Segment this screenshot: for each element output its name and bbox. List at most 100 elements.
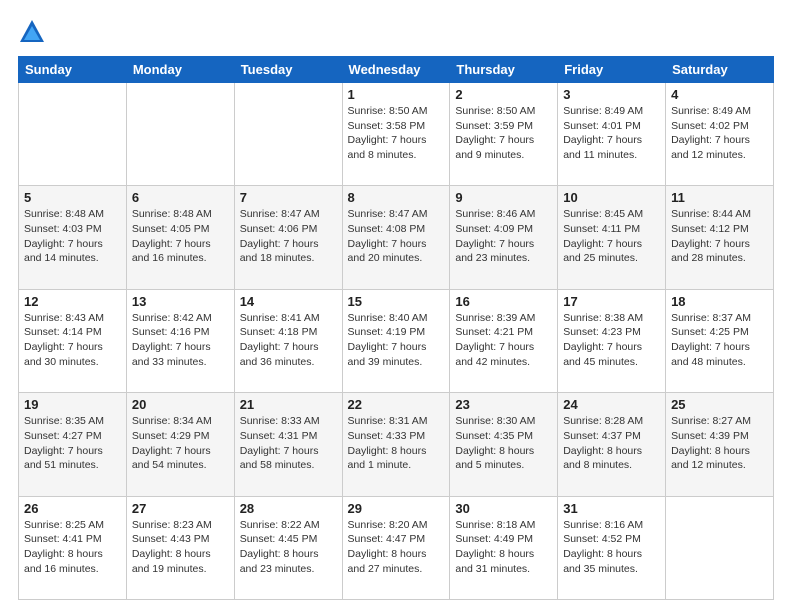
calendar-cell: 23 Sunrise: 8:30 AMSunset: 4:35 PMDayligh… — [450, 393, 558, 496]
calendar-cell: 17 Sunrise: 8:38 AMSunset: 4:23 PMDayligh… — [558, 289, 666, 392]
calendar-cell: 12 Sunrise: 8:43 AMSunset: 4:14 PMDayligh… — [19, 289, 127, 392]
day-detail: Sunrise: 8:22 AMSunset: 4:45 PMDaylight:… — [240, 518, 337, 577]
day-detail: Sunrise: 8:44 AMSunset: 4:12 PMDaylight:… — [671, 207, 768, 266]
calendar-cell: 29Sunrise: 8:20 AMSunset: 4:47 PMDayligh… — [342, 496, 450, 599]
day-detail: Sunrise: 8:39 AMSunset: 4:21 PMDaylight:… — [455, 311, 552, 370]
calendar-cell — [234, 83, 342, 186]
day-detail: Sunrise: 8:28 AMSunset: 4:37 PMDaylight:… — [563, 414, 660, 473]
day-detail: Sunrise: 8:47 AMSunset: 4:06 PMDaylight:… — [240, 207, 337, 266]
day-number: 4 — [671, 87, 768, 102]
calendar-cell: 13Sunrise: 8:42 AMSunset: 4:16 PMDayligh… — [126, 289, 234, 392]
day-number: 12 — [24, 294, 121, 309]
day-number: 9 — [455, 190, 552, 205]
day-detail: Sunrise: 8:42 AMSunset: 4:16 PMDaylight:… — [132, 311, 229, 370]
calendar-cell: 11Sunrise: 8:44 AMSunset: 4:12 PMDayligh… — [666, 186, 774, 289]
day-number: 25 — [671, 397, 768, 412]
day-number: 22 — [348, 397, 445, 412]
calendar-cell: 9Sunrise: 8:46 AMSunset: 4:09 PMDaylight… — [450, 186, 558, 289]
day-number: 27 — [132, 501, 229, 516]
day-number: 16 — [455, 294, 552, 309]
day-header-sunday: Sunday — [19, 57, 127, 83]
day-number: 24 — [563, 397, 660, 412]
calendar-cell: 22 Sunrise: 8:31 AMSunset: 4:33 PMDayligh… — [342, 393, 450, 496]
day-header-saturday: Saturday — [666, 57, 774, 83]
calendar-cell: 5 Sunrise: 8:48 AMSunset: 4:03 PMDaylight… — [19, 186, 127, 289]
page: SundayMondayTuesdayWednesdayThursdayFrid… — [0, 0, 792, 612]
day-header-friday: Friday — [558, 57, 666, 83]
day-detail: Sunrise: 8:43 AMSunset: 4:14 PMDaylight:… — [24, 311, 121, 370]
day-detail: Sunrise: 8:49 AMSunset: 4:01 PMDaylight:… — [563, 104, 660, 163]
day-number: 3 — [563, 87, 660, 102]
day-detail: Sunrise: 8:50 AMSunset: 3:59 PMDaylight:… — [455, 104, 552, 163]
day-number: 18 — [671, 294, 768, 309]
calendar-cell: 6 Sunrise: 8:48 AMSunset: 4:05 PMDaylight… — [126, 186, 234, 289]
day-number: 26 — [24, 501, 121, 516]
calendar-cell: 28 Sunrise: 8:22 AMSunset: 4:45 PMDayligh… — [234, 496, 342, 599]
calendar-cell: 20 Sunrise: 8:34 AMSunset: 4:29 PMDayligh… — [126, 393, 234, 496]
day-detail: Sunrise: 8:31 AMSunset: 4:33 PMDaylight:… — [348, 414, 445, 473]
calendar-week-4: 19 Sunrise: 8:35 AMSunset: 4:27 PMDayligh… — [19, 393, 774, 496]
day-number: 19 — [24, 397, 121, 412]
calendar-week-1: 1Sunrise: 8:50 AMSunset: 3:58 PMDaylight… — [19, 83, 774, 186]
day-detail: Sunrise: 8:45 AMSunset: 4:11 PMDaylight:… — [563, 207, 660, 266]
calendar-cell — [19, 83, 127, 186]
calendar-cell: 24 Sunrise: 8:28 AMSunset: 4:37 PMDayligh… — [558, 393, 666, 496]
day-header-wednesday: Wednesday — [342, 57, 450, 83]
day-number: 8 — [348, 190, 445, 205]
calendar-cell: 21Sunrise: 8:33 AMSunset: 4:31 PMDayligh… — [234, 393, 342, 496]
calendar-week-3: 12 Sunrise: 8:43 AMSunset: 4:14 PMDayligh… — [19, 289, 774, 392]
day-detail: Sunrise: 8:18 AMSunset: 4:49 PMDaylight:… — [455, 518, 552, 577]
day-header-tuesday: Tuesday — [234, 57, 342, 83]
calendar-cell: 3 Sunrise: 8:49 AMSunset: 4:01 PMDaylight… — [558, 83, 666, 186]
day-detail: Sunrise: 8:38 AMSunset: 4:23 PMDaylight:… — [563, 311, 660, 370]
calendar-cell: 15 Sunrise: 8:40 AMSunset: 4:19 PMDayligh… — [342, 289, 450, 392]
day-number: 14 — [240, 294, 337, 309]
day-detail: Sunrise: 8:16 AMSunset: 4:52 PMDaylight:… — [563, 518, 660, 577]
calendar-cell: 16 Sunrise: 8:39 AMSunset: 4:21 PMDayligh… — [450, 289, 558, 392]
day-detail: Sunrise: 8:47 AMSunset: 4:08 PMDaylight:… — [348, 207, 445, 266]
calendar-cell: 30 Sunrise: 8:18 AMSunset: 4:49 PMDayligh… — [450, 496, 558, 599]
day-detail: Sunrise: 8:48 AMSunset: 4:03 PMDaylight:… — [24, 207, 121, 266]
day-number: 30 — [455, 501, 552, 516]
calendar-body: 1Sunrise: 8:50 AMSunset: 3:58 PMDaylight… — [19, 83, 774, 600]
calendar-cell: 2 Sunrise: 8:50 AMSunset: 3:59 PMDaylight… — [450, 83, 558, 186]
calendar-header-row: SundayMondayTuesdayWednesdayThursdayFrid… — [19, 57, 774, 83]
day-number: 7 — [240, 190, 337, 205]
calendar-cell — [666, 496, 774, 599]
calendar-table: SundayMondayTuesdayWednesdayThursdayFrid… — [18, 56, 774, 600]
day-number: 6 — [132, 190, 229, 205]
calendar-cell: 14Sunrise: 8:41 AMSunset: 4:18 PMDayligh… — [234, 289, 342, 392]
day-detail: Sunrise: 8:20 AMSunset: 4:47 PMDaylight:… — [348, 518, 445, 577]
day-number: 23 — [455, 397, 552, 412]
calendar-cell: 31Sunrise: 8:16 AMSunset: 4:52 PMDayligh… — [558, 496, 666, 599]
day-number: 15 — [348, 294, 445, 309]
calendar-cell: 4 Sunrise: 8:49 AMSunset: 4:02 PMDaylight… — [666, 83, 774, 186]
day-number: 2 — [455, 87, 552, 102]
day-header-thursday: Thursday — [450, 57, 558, 83]
day-detail: Sunrise: 8:50 AMSunset: 3:58 PMDaylight:… — [348, 104, 445, 163]
day-detail: Sunrise: 8:30 AMSunset: 4:35 PMDaylight:… — [455, 414, 552, 473]
calendar-cell: 27 Sunrise: 8:23 AMSunset: 4:43 PMDayligh… — [126, 496, 234, 599]
day-detail: Sunrise: 8:34 AMSunset: 4:29 PMDaylight:… — [132, 414, 229, 473]
day-detail: Sunrise: 8:23 AMSunset: 4:43 PMDaylight:… — [132, 518, 229, 577]
day-number: 20 — [132, 397, 229, 412]
logo-icon — [18, 18, 46, 46]
day-detail: Sunrise: 8:35 AMSunset: 4:27 PMDaylight:… — [24, 414, 121, 473]
calendar-cell: 8 Sunrise: 8:47 AMSunset: 4:08 PMDaylight… — [342, 186, 450, 289]
day-number: 5 — [24, 190, 121, 205]
day-number: 28 — [240, 501, 337, 516]
logo — [18, 18, 50, 46]
calendar-cell: 19 Sunrise: 8:35 AMSunset: 4:27 PMDayligh… — [19, 393, 127, 496]
day-detail: Sunrise: 8:49 AMSunset: 4:02 PMDaylight:… — [671, 104, 768, 163]
calendar-cell: 7 Sunrise: 8:47 AMSunset: 4:06 PMDaylight… — [234, 186, 342, 289]
day-detail: Sunrise: 8:48 AMSunset: 4:05 PMDaylight:… — [132, 207, 229, 266]
calendar-cell: 1Sunrise: 8:50 AMSunset: 3:58 PMDaylight… — [342, 83, 450, 186]
calendar-cell: 18Sunrise: 8:37 AMSunset: 4:25 PMDayligh… — [666, 289, 774, 392]
day-detail: Sunrise: 8:33 AMSunset: 4:31 PMDaylight:… — [240, 414, 337, 473]
day-number: 17 — [563, 294, 660, 309]
day-detail: Sunrise: 8:27 AMSunset: 4:39 PMDaylight:… — [671, 414, 768, 473]
day-detail: Sunrise: 8:40 AMSunset: 4:19 PMDaylight:… — [348, 311, 445, 370]
day-header-monday: Monday — [126, 57, 234, 83]
calendar-week-5: 26Sunrise: 8:25 AMSunset: 4:41 PMDayligh… — [19, 496, 774, 599]
calendar-cell: 25 Sunrise: 8:27 AMSunset: 4:39 PMDayligh… — [666, 393, 774, 496]
